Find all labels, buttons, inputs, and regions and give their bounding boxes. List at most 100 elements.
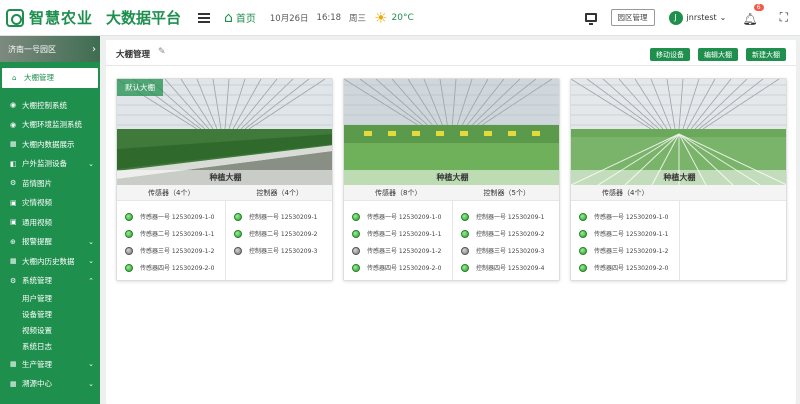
weekday-text: 周三: [349, 13, 367, 24]
move-device-button[interactable]: 移动设备: [650, 48, 690, 61]
sensor-item[interactable]: 传感器三号 12530209-1-2: [344, 242, 452, 259]
sensor-item[interactable]: 传感器一号 12530209-1-0: [117, 208, 225, 225]
chevron-icon: ⌄: [88, 237, 94, 246]
sidebar-subitem[interactable]: 系统日志: [0, 339, 100, 355]
sidebar-item-label: 通用视频: [22, 217, 52, 227]
greenhouse-image: 种植大棚: [344, 79, 559, 185]
greenhouse-card[interactable]: 种植大棚 传感器（4个） 传感器一号 12530209-1-0 传感器二号 12530…: [570, 78, 787, 281]
menu-toggle-icon[interactable]: [198, 12, 210, 23]
sensor-item[interactable]: 传感器二号 12530209-1-1: [117, 225, 225, 242]
menu-item-icon: ▣: [10, 218, 17, 227]
status-dot-icon: [352, 263, 360, 272]
sensor-label: 传感器三号 12530209-1-2: [367, 248, 442, 255]
sensor-label: 传感器二号 12530209-1-1: [140, 231, 215, 238]
sensor-item[interactable]: 传感器四号 12530209-2-0: [571, 259, 679, 276]
sensor-item[interactable]: 传感器四号 12530209-2-0: [117, 259, 225, 276]
sidebar-item-label: 报警提醒: [22, 237, 52, 247]
sidebar-subitem[interactable]: 用户管理: [0, 291, 100, 307]
notifications[interactable]: 🔔︎ 6: [742, 4, 764, 27]
sensor-label: 传感器一号 12530209-1-0: [594, 214, 669, 221]
fullscreen-icon[interactable]: ⛶: [780, 10, 788, 25]
sensor-label: 传感器三号 12530209-1-2: [594, 248, 669, 255]
edit-icon[interactable]: ✎: [158, 47, 166, 57]
sensor-item[interactable]: 传感器四号 12530209-2-0: [344, 259, 452, 276]
sidebar-item[interactable]: ◉ 大棚环境监测系统: [0, 115, 100, 135]
greenhouse-name: 种植大棚: [571, 170, 786, 185]
sidebar-item[interactable]: ▦ 生产管理 ⌄: [0, 355, 100, 375]
controller-item[interactable]: 控制器二号 12530209-2: [226, 225, 332, 242]
park-name: 济南一号园区: [8, 44, 56, 54]
sidebar-item-label: 大棚管理: [24, 73, 54, 83]
controller-label: 控制器四号 12530209-4: [476, 265, 545, 272]
date-text: 10月26日: [269, 13, 309, 24]
sensor-item[interactable]: 传感器一号 12530209-1-0: [344, 208, 452, 225]
sidebar-item[interactable]: ◉ 大棚控制系统: [0, 96, 100, 116]
sensor-item[interactable]: 传感器三号 12530209-1-2: [571, 242, 679, 259]
sidebar-item[interactable]: ▦ 溯源中心 ⌄: [0, 374, 100, 394]
sidebar-item[interactable]: ⊕ 报警提醒 ⌄: [0, 232, 100, 252]
chevron-icon: ⌃: [88, 276, 94, 285]
top-bar: 智慧农业 大数据平台 ⌂ 首页 10月26日 16:18 周三 ☀ 20°C 园…: [0, 0, 800, 36]
sidebar-item-greenhouse-management[interactable]: ⌂ 大棚管理: [2, 68, 98, 88]
page-title: 大棚管理: [116, 50, 151, 60]
sidebar-item-label: 大棚内数据展示: [22, 139, 75, 149]
park-management-button[interactable]: 园区管理: [610, 9, 655, 26]
sidebar-item[interactable]: ▣ 灾情视频: [0, 193, 100, 213]
monitor-icon[interactable]: [584, 13, 597, 25]
sidebar: 济南一号园区 › ⌂ 大棚管理 ◉ 大棚控制系统 ◉ 大棚环境监测系统 ▦ 大棚内数据展示…: [0, 36, 100, 404]
sidebar-item[interactable]: ⚙ 苗情图片: [0, 174, 100, 194]
sensor-item[interactable]: 传感器三号 12530209-1-2: [117, 242, 225, 259]
sidebar-item[interactable]: ⚙ 系统管理 ⌃: [0, 271, 100, 291]
controller-item[interactable]: 控制器一号 12530209-1: [226, 208, 332, 225]
home-link[interactable]: 首页: [236, 10, 256, 25]
controller-item[interactable]: 控制器一号 12530209-1: [453, 208, 559, 225]
status-dot-icon: [234, 212, 242, 221]
home-icon: ⌂: [12, 73, 17, 82]
logo[interactable]: 智慧农业: [0, 7, 102, 28]
sidebar-item-label: 系统管理: [22, 276, 52, 286]
sensor-label: 传感器四号 12530209-2-0: [594, 265, 669, 272]
menu-item-icon: ◉: [10, 120, 17, 129]
brand-name: 智慧农业: [29, 9, 94, 27]
username[interactable]: jnrstest: [687, 13, 717, 22]
sensors-header: 传感器（8个）: [375, 189, 422, 197]
controller-item[interactable]: 控制器三号 12530209-3: [226, 242, 332, 259]
greenhouse-image: 种植大棚: [571, 79, 786, 185]
status-dot-icon: [125, 229, 133, 238]
greenhouse-card[interactable]: 种植大棚 默认大棚 传感器（4个） 控制器（4个） 传感器一号 12530209-1-0…: [116, 78, 333, 281]
time-text: 16:18: [316, 12, 342, 23]
sidebar-item[interactable]: ▦ 大棚内历史数据 ⌄: [0, 252, 100, 272]
avatar[interactable]: J: [668, 10, 683, 25]
controller-item[interactable]: 控制器二号 12530209-2: [453, 225, 559, 242]
status-dot-icon: [352, 212, 360, 221]
device-headers: 传感器（4个） 控制器（4个）: [117, 185, 332, 201]
sensor-label: 传感器四号 12530209-2-0: [140, 265, 215, 272]
home-icon[interactable]: ⌂: [224, 10, 233, 26]
new-greenhouse-button[interactable]: 新建大棚: [746, 48, 786, 61]
sensor-item[interactable]: 传感器二号 12530209-1-1: [571, 225, 679, 242]
greenhouse-name: 种植大棚: [117, 170, 332, 185]
sensor-item[interactable]: 传感器一号 12530209-1-0: [571, 208, 679, 225]
sidebar-item[interactable]: ▣ 通用视频: [0, 213, 100, 233]
greenhouse-card[interactable]: 种植大棚传感器（8个） 控制器（5个） 传感器一号 12530209-1-0 传感器二…: [343, 78, 560, 281]
controller-list: [680, 201, 786, 280]
sidebar-subitem[interactable]: 视频设置: [0, 323, 100, 339]
controller-label: 控制器三号 12530209-3: [476, 248, 545, 255]
sidebar-item[interactable]: ◧ 户外监测设备 ⌄: [0, 154, 100, 174]
park-selector[interactable]: 济南一号园区 ›: [0, 36, 100, 62]
chevron-down-icon[interactable]: ⌄: [720, 13, 727, 22]
device-lists: 传感器一号 12530209-1-0 传感器二号 12530209-1-1 传感器三…: [344, 201, 559, 280]
sensor-item[interactable]: 传感器二号 12530209-1-1: [344, 225, 452, 242]
bell-icon[interactable]: 🔔︎: [742, 12, 757, 26]
controller-item[interactable]: 控制器三号 12530209-3: [453, 242, 559, 259]
notification-badge: 6: [753, 4, 764, 11]
controllers-header: 控制器（5个）: [483, 189, 530, 197]
edit-greenhouse-button[interactable]: 编辑大棚: [698, 48, 738, 61]
sidebar-item[interactable]: ▦ 大棚内数据展示: [0, 135, 100, 155]
status-dot-icon: [461, 263, 469, 272]
status-dot-icon: [579, 212, 587, 221]
controller-item[interactable]: 控制器四号 12530209-4: [453, 259, 559, 276]
status-dot-icon: [461, 246, 469, 255]
sidebar-subitem[interactable]: 设备管理: [0, 307, 100, 323]
logo-icon: [6, 8, 24, 27]
